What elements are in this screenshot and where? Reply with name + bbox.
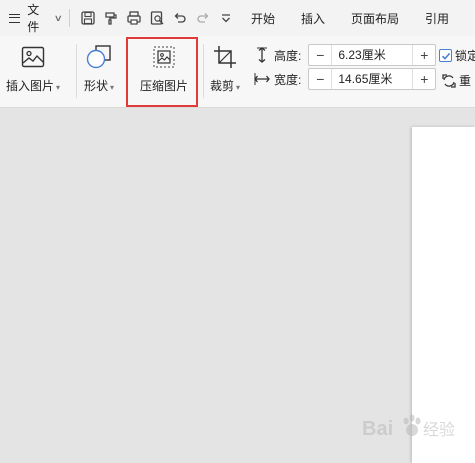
height-decrease-button[interactable]: − xyxy=(309,45,331,65)
menu-divider xyxy=(69,9,71,27)
shape-label: 形状 xyxy=(84,79,109,93)
redo-icon[interactable] xyxy=(191,6,214,30)
width-input[interactable]: 14.65厘米 xyxy=(331,69,414,89)
shape-button[interactable]: 形状 ▾ xyxy=(84,44,114,94)
print-icon[interactable] xyxy=(122,6,145,30)
tab-references[interactable]: 引用 xyxy=(425,10,449,27)
height-increase-button[interactable]: + xyxy=(413,45,435,65)
ribbon-divider xyxy=(76,44,77,98)
width-label: 宽度: xyxy=(274,72,302,87)
menu-bar: 文件 ∨ 开始 插入 页面布局 引用 xyxy=(0,0,475,36)
svg-text:Bai: Bai xyxy=(362,418,393,440)
tab-home[interactable]: 开始 xyxy=(251,10,275,27)
width-icon xyxy=(254,73,270,85)
crop-button[interactable]: 裁剪 ▾ xyxy=(210,44,240,94)
svg-text:经验: 经验 xyxy=(423,420,455,439)
ribbon-divider xyxy=(203,44,204,98)
height-input[interactable]: 6.23厘米 xyxy=(331,45,414,65)
compress-picture-highlight xyxy=(126,37,198,107)
dropdown-arrow-icon: ▾ xyxy=(236,83,241,92)
width-row: 宽度: − 14.65厘米 + xyxy=(254,68,437,90)
height-label: 高度: xyxy=(274,48,302,63)
checkbox-checked-icon xyxy=(439,49,452,62)
format-painter-icon[interactable] xyxy=(99,6,122,30)
chevron-down-icon: ∨ xyxy=(53,12,63,23)
lock-aspect-ratio-checkbox[interactable]: 锁定 xyxy=(439,47,475,64)
dropdown-arrow-icon: ▾ xyxy=(110,83,115,92)
height-stepper: − 6.23厘米 + xyxy=(308,44,437,66)
tab-insert[interactable]: 插入 xyxy=(301,10,325,27)
reset-label: 重 xyxy=(459,74,472,88)
shape-icon xyxy=(86,44,112,70)
file-menu[interactable]: 文件 ∨ xyxy=(0,0,63,36)
print-preview-icon[interactable] xyxy=(145,6,168,30)
save-icon[interactable] xyxy=(76,6,99,30)
tab-page-layout[interactable]: 页面布局 xyxy=(351,10,399,27)
baidu-watermark: Bai 经验 xyxy=(362,414,455,440)
crop-label: 裁剪 xyxy=(210,79,235,93)
height-row: 高度: − 6.23厘米 + xyxy=(254,44,437,66)
insert-picture-label: 插入图片 xyxy=(6,79,55,93)
dropdown-arrow-icon: ▾ xyxy=(56,83,61,92)
reset-size-button[interactable]: 重 xyxy=(442,72,471,89)
picture-icon xyxy=(20,44,46,70)
width-decrease-button[interactable]: − xyxy=(309,69,331,89)
width-stepper: − 14.65厘米 + xyxy=(308,68,437,90)
height-icon xyxy=(257,47,267,63)
ribbon-tabs: 开始 插入 页面布局 引用 xyxy=(251,10,475,27)
reset-icon xyxy=(442,73,456,88)
picture-tools-ribbon: 插入图片▾ 形状▾ 压缩图片 裁剪▾ 高度: − 6.23厘米 + 宽度: xyxy=(0,36,475,108)
insert-picture-button[interactable]: 插入图片 ▾ xyxy=(6,44,60,94)
hamburger-icon xyxy=(9,13,21,23)
undo-icon[interactable] xyxy=(168,6,191,30)
file-menu-label: 文件 xyxy=(27,3,40,34)
crop-icon xyxy=(212,44,238,70)
width-increase-button[interactable]: + xyxy=(413,69,435,89)
lock-label: 锁定 xyxy=(455,49,475,63)
customize-toolbar-icon[interactable] xyxy=(214,6,237,30)
